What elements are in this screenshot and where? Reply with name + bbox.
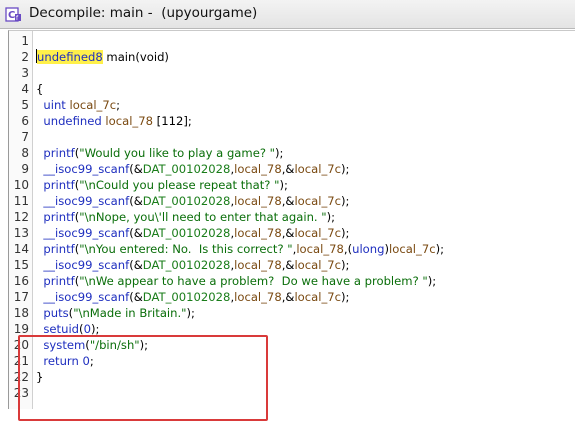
global-data-token[interactable]: DAT_00102028 — [143, 226, 231, 240]
line-number: 17 — [13, 290, 29, 304]
global-data-token[interactable]: DAT_00102028 — [143, 194, 231, 208]
string-literal[interactable]: "\nYou entered: No. Is this correct? " — [79, 242, 292, 256]
line-number: 23 — [13, 386, 29, 400]
code-line-setuid-call[interactable]: setuid(0); — [36, 321, 99, 337]
variable-token[interactable]: local_7c — [294, 258, 341, 272]
line-number: 4 — [21, 82, 29, 96]
variable-token[interactable]: local_78 — [234, 226, 282, 240]
function-call-token[interactable]: printf — [43, 146, 74, 160]
svg-text:C: C — [8, 10, 15, 21]
function-call-token[interactable]: printf — [43, 242, 74, 256]
line-number: 3 — [21, 66, 29, 80]
line-number: 20 — [13, 338, 29, 352]
code-line-system-call[interactable]: system("/bin/sh"); — [36, 337, 148, 353]
code-line-scanf-call[interactable]: __isoc99_scanf(&DAT_00102028,local_78,&l… — [36, 257, 349, 273]
array-size-token: [112]; — [152, 114, 192, 128]
function-call-token[interactable]: __isoc99_scanf — [43, 226, 129, 240]
line-number: 19 — [13, 322, 29, 336]
string-literal[interactable]: "Would you like to play a game? " — [79, 146, 275, 160]
function-call-token[interactable]: printf — [43, 210, 74, 224]
code-line-scanf-call[interactable]: __isoc99_scanf(&DAT_00102028,local_78,&l… — [36, 193, 349, 209]
keyword-token[interactable]: return — [43, 354, 78, 368]
code-line-printf-call[interactable]: printf("\nCould you please repeat that? … — [36, 177, 288, 193]
function-call-token[interactable]: setuid — [43, 322, 79, 336]
variable-token[interactable]: local_7c — [70, 98, 117, 112]
variable-token[interactable]: local_78 — [234, 194, 282, 208]
line-number: 12 — [13, 210, 29, 224]
function-call-token[interactable]: __isoc99_scanf — [43, 258, 129, 272]
decompiler-editor[interactable]: 1 2 3 4 5 6 7 8 9 10 11 12 13 14 15 16 1… — [8, 30, 575, 421]
line-number: 16 — [13, 274, 29, 288]
variable-token[interactable]: local_7c — [294, 290, 341, 304]
function-call-token[interactable]: __isoc99_scanf — [43, 162, 129, 176]
global-data-token[interactable]: DAT_00102028 — [143, 290, 231, 304]
code-line-close-brace[interactable]: } — [36, 369, 43, 385]
numeric-literal[interactable]: 0 — [84, 322, 91, 336]
variable-token[interactable]: local_78 — [105, 114, 153, 128]
code-line-function-signature[interactable]: undefined8 main(void) — [36, 49, 169, 65]
variable-token[interactable]: local_7c — [389, 242, 436, 256]
type-token[interactable]: uint — [43, 98, 65, 112]
numeric-literal[interactable]: 0 — [83, 354, 90, 368]
type-token[interactable]: undefined — [43, 114, 101, 128]
code-line-decl-local-7c[interactable]: uint local_7c; — [36, 97, 120, 113]
line-number-gutter: 1 2 3 4 5 6 7 8 9 10 11 12 13 14 15 16 1… — [9, 31, 33, 409]
decompile-icon: C f — [5, 7, 21, 22]
line-number: 7 — [21, 130, 29, 144]
variable-token[interactable]: local_78 — [234, 162, 282, 176]
code-line-printf-call[interactable]: printf("\nWe appear to have a problem? D… — [36, 273, 436, 289]
string-literal[interactable]: "/bin/sh" — [90, 338, 140, 352]
function-call-token[interactable]: printf — [43, 178, 74, 192]
variable-token[interactable]: local_7c — [294, 226, 341, 240]
line-number: 10 — [13, 178, 29, 192]
return-type-token[interactable]: undefined8 — [37, 50, 103, 64]
line-number: 15 — [13, 258, 29, 272]
function-call-token[interactable]: printf — [43, 274, 74, 288]
function-call-token[interactable]: puts — [43, 306, 68, 320]
code-line-decl-local-78[interactable]: undefined local_78 [112]; — [36, 113, 192, 129]
line-number: 8 — [21, 146, 29, 160]
line-number: 1 — [21, 34, 29, 48]
line-number: 2 — [21, 50, 29, 64]
window-titlebar[interactable]: C f Decompile: main - (upyourgame) — [0, 0, 575, 29]
string-literal[interactable]: "\nWe appear to have a problem? Do we ha… — [79, 274, 428, 288]
line-number: 11 — [13, 194, 29, 208]
line-number: 21 — [13, 354, 29, 368]
global-data-token[interactable]: DAT_00102028 — [143, 162, 231, 176]
function-call-token[interactable]: system — [43, 338, 85, 352]
string-literal[interactable]: "\nNope, you\'ll need to enter that agai… — [79, 210, 326, 224]
line-number: 9 — [21, 162, 29, 176]
code-line-scanf-call[interactable]: __isoc99_scanf(&DAT_00102028,local_78,&l… — [36, 289, 349, 305]
variable-token[interactable]: local_78 — [234, 258, 282, 272]
code-line-printf-call[interactable]: printf("\nYou entered: No. Is this corre… — [36, 241, 444, 257]
code-line-open-brace[interactable]: { — [36, 81, 43, 97]
variable-token[interactable]: local_7c — [294, 194, 341, 208]
code-line-scanf-call[interactable]: __isoc99_scanf(&DAT_00102028,local_78,&l… — [36, 225, 349, 241]
code-line-scanf-call[interactable]: __isoc99_scanf(&DAT_00102028,local_78,&l… — [36, 161, 349, 177]
line-number: 22 — [13, 370, 29, 384]
variable-token[interactable]: local_7c — [294, 162, 341, 176]
function-call-token[interactable]: __isoc99_scanf — [43, 194, 129, 208]
line-number: 14 — [13, 242, 29, 256]
line-number: 6 — [21, 114, 29, 128]
function-call-token[interactable]: __isoc99_scanf — [43, 290, 129, 304]
line-number: 18 — [13, 306, 29, 320]
string-literal[interactable]: "\nMade in Britain." — [73, 306, 186, 320]
line-number: 5 — [21, 98, 29, 112]
line-number: 13 — [13, 226, 29, 240]
code-line-return[interactable]: return 0; — [36, 353, 93, 369]
string-literal[interactable]: "\nCould you please repeat that? " — [79, 178, 279, 192]
variable-token[interactable]: local_78 — [296, 242, 344, 256]
code-line-printf-call[interactable]: printf("Would you like to play a game? "… — [36, 145, 283, 161]
variable-token[interactable]: local_78 — [234, 290, 282, 304]
global-data-token[interactable]: DAT_00102028 — [143, 258, 231, 272]
code-line-printf-call[interactable]: printf("\nNope, you\'ll need to enter th… — [36, 209, 335, 225]
cast-type-token[interactable]: ulong — [352, 242, 384, 256]
function-name-token[interactable]: main(void) — [103, 50, 169, 64]
code-line-puts-call[interactable]: puts("\nMade in Britain."); — [36, 305, 195, 321]
window-title: Decompile: main - (upyourgame) — [29, 5, 258, 21]
